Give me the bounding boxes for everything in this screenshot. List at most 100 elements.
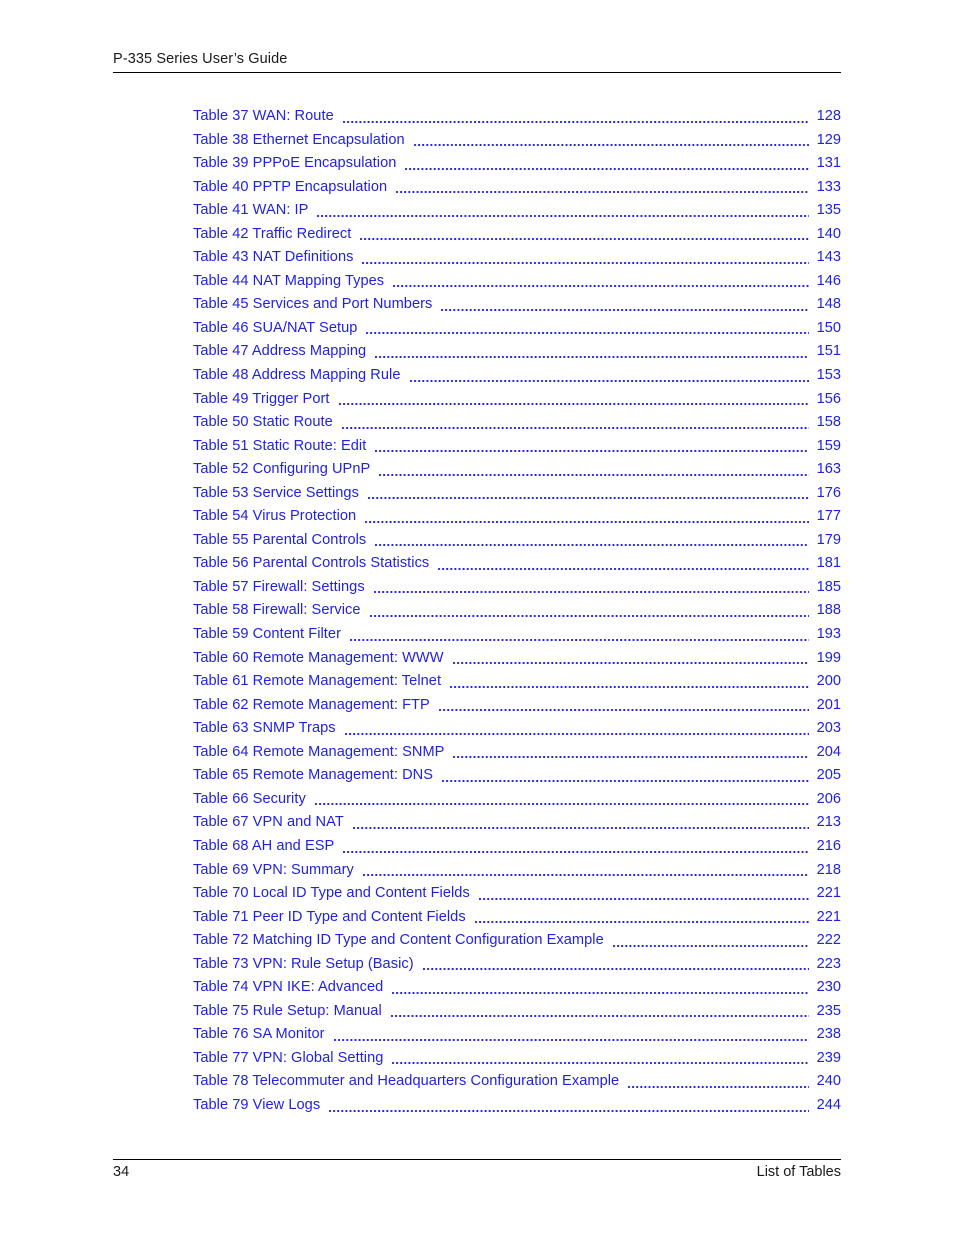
toc-entry[interactable]: Table 69 VPN: Summary 218 [193,859,841,883]
toc-entry[interactable]: Table 41 WAN: IP 135 [193,199,841,223]
toc-entry-label: Table 56 Parental Controls Statistics [193,555,430,572]
toc-entry-label: Table 53 Service Settings [193,484,359,501]
toc-entry[interactable]: Table 52 Configuring UPnP 163 [193,458,841,482]
toc-entry-label: Table 39 PPPoE Encapsulation [193,155,397,172]
toc-entry-label: Table 66 Security [193,790,306,807]
header-title: P-335 Series User’s Guide [113,51,288,67]
toc-entry[interactable]: Table 65 Remote Management: DNS 205 [193,764,841,788]
toc-entry-label: Table 67 VPN and NAT [193,814,344,831]
toc-entry-page-number: 179 [816,531,841,548]
toc-entry[interactable]: Table 49 Trigger Port 156 [193,388,841,412]
toc-entry[interactable]: Table 47 Address Mapping 151 [193,340,841,364]
toc-entry-label: Table 43 NAT Definitions [193,249,354,266]
toc-entry[interactable]: Table 62 Remote Management: FTP 201 [193,694,841,718]
toc-entry[interactable]: Table 71 Peer ID Type and Content Fields… [193,906,841,930]
toc-entry-page-number: 135 [816,202,841,219]
toc-entry-label: Table 72 Matching ID Type and Content Co… [193,932,604,949]
toc-entry[interactable]: Table 73 VPN: Rule Setup (Basic) 223 [193,953,841,977]
toc-entry[interactable]: Table 43 NAT Definitions 143 [193,246,841,270]
toc-entry-label: Table 54 Virus Protection [193,508,357,525]
toc-entry[interactable]: Table 38 Ethernet Encapsulation 129 [193,129,841,153]
toc-entry-page-number: 129 [816,131,841,148]
toc-entry[interactable]: Table 37 WAN: Route 128 [193,105,841,129]
toc-entry[interactable]: Table 48 Address Mapping Rule 153 [193,364,841,388]
toc-entry[interactable]: Table 67 VPN and NAT 213 [193,811,841,835]
toc-entry[interactable]: Table 76 SA Monitor 238 [193,1023,841,1047]
toc-leader-dots [333,1023,809,1047]
toc-entry-label: Table 55 Parental Controls [193,531,367,548]
toc-entry-label: Table 59 Content Filter [193,626,341,643]
toc-entry-page-number: 199 [816,649,841,666]
toc-leader-dots [360,223,809,247]
toc-entry-label: Table 65 Remote Management: DNS [193,767,434,784]
toc-entry-label: Table 79 View Logs [193,1096,321,1113]
toc-entry[interactable]: Table 40 PPTP Encapsulation 133 [193,176,841,200]
toc-entry[interactable]: Table 58 Firewall: Service 188 [193,599,841,623]
toc-entry-label: Table 58 Firewall: Service [193,602,361,619]
toc-entry-page-number: 218 [816,861,841,878]
toc-entry-page-number: 163 [816,461,841,478]
toc-entry[interactable]: Table 50 Static Route 158 [193,411,841,435]
toc-entry-page-number: 143 [816,249,841,266]
toc-leader-dots [365,505,809,529]
toc-leader-dots [474,906,809,930]
toc-entry-page-number: 146 [816,272,841,289]
toc-entry[interactable]: Table 59 Content Filter 193 [193,623,841,647]
toc-entry-label: Table 57 Firewall: Settings [193,578,365,595]
toc-leader-dots [352,811,809,835]
toc-entry-page-number: 239 [816,1049,841,1066]
toc-entry[interactable]: Table 68 AH and ESP 216 [193,835,841,859]
toc-leader-dots [438,694,809,718]
list-of-tables: Table 37 WAN: Route 128 Table 38 Ethernet … [193,105,841,1118]
toc-entry-label: Table 77 VPN: Global Setting [193,1049,384,1066]
toc-entry-page-number: 216 [816,837,841,854]
footer-page-number: 34 [113,1164,130,1180]
toc-entry-page-number: 158 [816,414,841,431]
toc-entry[interactable]: Table 70 Local ID Type and Content Field… [193,882,841,906]
toc-entry[interactable]: Table 74 VPN IKE: Advanced 230 [193,976,841,1000]
toc-entry[interactable]: Table 55 Parental Controls 179 [193,529,841,553]
toc-entry-label: Table 42 Traffic Redirect [193,225,352,242]
toc-entry[interactable]: Table 57 Firewall: Settings 185 [193,576,841,600]
toc-entry[interactable]: Table 51 Static Route: Edit 159 [193,435,841,459]
toc-entry[interactable]: Table 53 Service Settings 176 [193,482,841,506]
toc-entry[interactable]: Table 78 Telecommuter and Headquarters C… [193,1070,841,1094]
toc-entry[interactable]: Table 79 View Logs 244 [193,1094,841,1118]
toc-leader-dots [373,576,809,600]
toc-entry-label: Table 44 NAT Mapping Types [193,272,385,289]
toc-leader-dots [379,458,809,482]
toc-leader-dots [405,152,809,176]
toc-leader-dots [612,929,809,953]
footer-section-label: List of Tables [756,1164,841,1180]
toc-entry[interactable]: Table 46 SUA/NAT Setup 150 [193,317,841,341]
footer-divider [113,1159,841,1160]
toc-leader-dots [396,176,809,200]
toc-entry-page-number: 148 [816,296,841,313]
toc-entry-page-number: 193 [816,626,841,643]
toc-leader-dots [442,764,809,788]
toc-entry[interactable]: Table 60 Remote Management: WWW 199 [193,647,841,671]
toc-entry-label: Table 46 SUA/NAT Setup [193,319,358,336]
toc-entry[interactable]: Table 56 Parental Controls Statistics 181 [193,552,841,576]
toc-entry[interactable]: Table 72 Matching ID Type and Content Co… [193,929,841,953]
toc-leader-dots [367,482,809,506]
toc-entry[interactable]: Table 61 Remote Management: Telnet 200 [193,670,841,694]
toc-leader-dots [329,1094,809,1118]
toc-entry[interactable]: Table 54 Virus Protection 177 [193,505,841,529]
toc-entry[interactable]: Table 64 Remote Management: SNMP 204 [193,741,841,765]
toc-entry[interactable]: Table 75 Rule Setup: Manual 235 [193,1000,841,1024]
toc-entry[interactable]: Table 44 NAT Mapping Types 146 [193,270,841,294]
toc-leader-dots [375,529,809,553]
toc-entry-page-number: 203 [816,720,841,737]
toc-leader-dots [393,270,809,294]
toc-entry-page-number: 222 [816,932,841,949]
toc-entry[interactable]: Table 63 SNMP Traps 203 [193,717,841,741]
toc-entry[interactable]: Table 45 Services and Port Numbers 148 [193,293,841,317]
toc-entry[interactable]: Table 39 PPPoE Encapsulation 131 [193,152,841,176]
toc-entry-page-number: 151 [816,343,841,360]
toc-leader-dots [362,246,809,270]
toc-entry[interactable]: Table 77 VPN: Global Setting 239 [193,1047,841,1071]
toc-entry-label: Table 38 Ethernet Encapsulation [193,131,405,148]
toc-entry[interactable]: Table 42 Traffic Redirect 140 [193,223,841,247]
toc-entry[interactable]: Table 66 Security 206 [193,788,841,812]
